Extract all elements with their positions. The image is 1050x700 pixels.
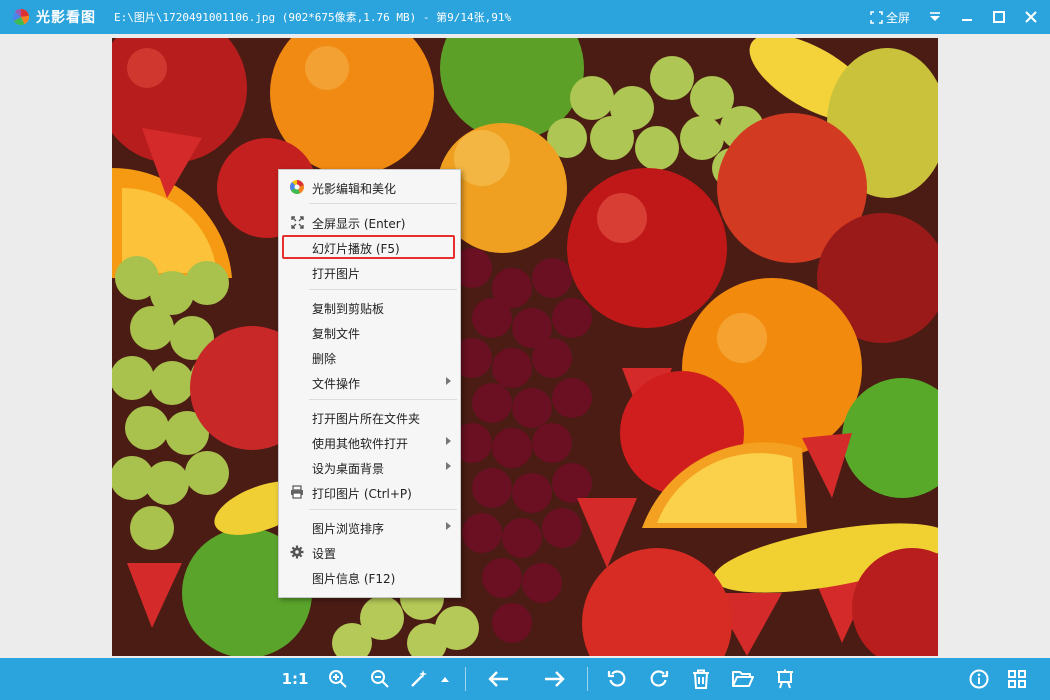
submenu-arrow-icon xyxy=(446,377,451,385)
zoom-out-button[interactable] xyxy=(366,665,394,693)
rotate-left-button[interactable] xyxy=(603,665,631,693)
magic-wand-dropdown[interactable] xyxy=(437,665,453,693)
menu-item-edit-beautify[interactable]: 光影编辑和美化 xyxy=(279,175,460,199)
trash-icon xyxy=(693,669,709,689)
title-bar: 光影看图 E:\图片\1720491001106.jpg (902*675像素,… xyxy=(0,0,1050,34)
menu-item-label: 复制到剪贴板 xyxy=(312,302,385,316)
menu-item-label: 设为桌面背景 xyxy=(312,462,385,476)
zoom-in-icon xyxy=(329,670,347,688)
slideshow-button[interactable] xyxy=(771,665,799,693)
menu-separator xyxy=(309,509,457,510)
color-wheel-icon xyxy=(289,179,305,195)
menu-item-label: 打开图片 xyxy=(312,267,361,281)
file-info: E:\图片\1720491001106.jpg (902*675像素,1.76 … xyxy=(114,11,512,24)
zoom-out-icon xyxy=(371,670,389,688)
rotate-right-icon xyxy=(650,670,669,687)
fullscreen-label: 全屏 xyxy=(885,10,910,25)
info-button[interactable] xyxy=(965,665,993,693)
menu-item-label: 打开图片所在文件夹 xyxy=(312,412,421,426)
menu-item-label: 光影编辑和美化 xyxy=(312,182,397,196)
menu-item-label: 文件操作 xyxy=(312,377,361,391)
menu-item-copy-file[interactable]: 复制文件 xyxy=(279,320,460,344)
menu-item-copy-clipboard[interactable]: 复制到剪贴板 xyxy=(279,295,460,319)
close-icon xyxy=(1025,11,1037,23)
menu-separator xyxy=(309,203,457,204)
folder-open-icon xyxy=(732,671,754,687)
menu-item-set-wallpaper[interactable]: 设为桌面背景 xyxy=(279,455,460,479)
maximize-icon xyxy=(993,11,1005,23)
fruit-photo xyxy=(112,38,938,656)
next-image-button[interactable] xyxy=(540,665,568,693)
grid-icon xyxy=(1008,670,1026,688)
bottom-toolbar: 1:1 xyxy=(0,658,1050,700)
menu-item-open-image[interactable]: 打开图片 xyxy=(279,260,460,284)
dropdown-menu-button[interactable] xyxy=(922,4,948,30)
app-logo-icon xyxy=(12,8,30,26)
close-button[interactable] xyxy=(1018,4,1044,30)
minimize-button[interactable] xyxy=(954,4,980,30)
zoom-in-button[interactable] xyxy=(324,665,352,693)
projector-icon xyxy=(777,669,793,689)
image-viewer[interactable]: 光影编辑和美化 全屏显示 (Enter) 幻灯片播放 (F5) 打开图片 复制到… xyxy=(0,34,1050,658)
previous-image-button[interactable] xyxy=(485,665,513,693)
context-menu: 光影编辑和美化 全屏显示 (Enter) 幻灯片播放 (F5) 打开图片 复制到… xyxy=(278,169,461,598)
arrow-left-icon xyxy=(488,671,508,687)
menu-separator xyxy=(309,289,457,290)
fullscreen-button[interactable]: 全屏 xyxy=(870,9,910,26)
menu-item-print[interactable]: 打印图片 (Ctrl+P) xyxy=(279,480,460,504)
caret-up-icon xyxy=(441,677,449,682)
menu-item-label: 全屏显示 (Enter) xyxy=(312,217,406,231)
maximize-button[interactable] xyxy=(986,4,1012,30)
printer-icon xyxy=(289,484,305,500)
rotate-left-icon xyxy=(607,670,626,687)
gear-icon xyxy=(289,544,305,560)
menu-item-slideshow[interactable]: 幻灯片播放 (F5) xyxy=(282,235,455,259)
magic-wand-button[interactable] xyxy=(405,665,433,693)
app-name: 光影看图 xyxy=(36,10,96,26)
submenu-arrow-icon xyxy=(446,462,451,470)
dropdown-icon xyxy=(930,12,940,21)
submenu-arrow-icon xyxy=(446,437,451,445)
toolbar-separator xyxy=(587,667,588,691)
actual-size-button[interactable]: 1:1 xyxy=(281,665,309,693)
menu-item-label: 图片浏览排序 xyxy=(312,522,385,536)
submenu-arrow-icon xyxy=(446,522,451,530)
menu-item-settings[interactable]: 设置 xyxy=(279,540,460,564)
info-icon xyxy=(969,669,989,689)
delete-button[interactable] xyxy=(687,665,715,693)
toolbar-separator xyxy=(465,667,466,691)
menu-item-label: 使用其他软件打开 xyxy=(312,437,409,451)
menu-item-image-info[interactable]: 图片信息 (F12) xyxy=(279,565,460,589)
menu-item-label: 打印图片 (Ctrl+P) xyxy=(312,487,412,501)
menu-item-label: 删除 xyxy=(312,352,337,366)
menu-item-fullscreen[interactable]: 全屏显示 (Enter) xyxy=(279,210,460,234)
rotate-right-button[interactable] xyxy=(645,665,673,693)
magic-wand-icon xyxy=(411,670,427,687)
menu-item-delete[interactable]: 删除 xyxy=(279,345,460,369)
minimize-icon xyxy=(962,19,972,21)
fullscreen-icon xyxy=(870,10,883,24)
actual-size-label: 1:1 xyxy=(281,670,309,688)
menu-item-open-with[interactable]: 使用其他软件打开 xyxy=(279,430,460,454)
menu-item-file-operations[interactable]: 文件操作 xyxy=(279,370,460,394)
menu-item-label: 设置 xyxy=(312,547,337,561)
menu-item-sort[interactable]: 图片浏览排序 xyxy=(279,515,460,539)
menu-item-label: 图片信息 (F12) xyxy=(312,572,396,586)
menu-item-label: 幻灯片播放 (F5) xyxy=(312,242,400,256)
menu-separator xyxy=(309,399,457,400)
expand-icon xyxy=(289,214,305,230)
arrow-right-icon xyxy=(545,671,565,687)
menu-item-label: 复制文件 xyxy=(312,327,361,341)
open-folder-button[interactable] xyxy=(729,665,757,693)
menu-item-open-folder[interactable]: 打开图片所在文件夹 xyxy=(279,405,460,429)
thumbnail-grid-button[interactable] xyxy=(1003,665,1031,693)
